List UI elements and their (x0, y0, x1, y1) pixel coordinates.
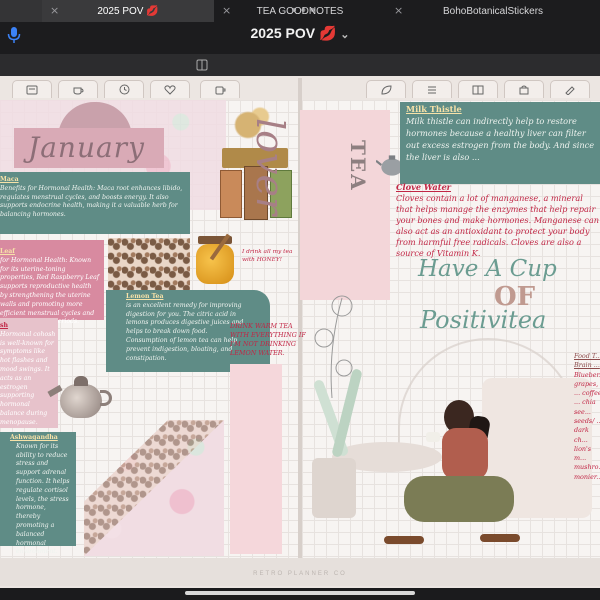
title-text: 2025 POV (250, 25, 316, 41)
note-raspberry-leaf[interactable]: Leaf for Hormonal Health: Known for its … (0, 240, 104, 325)
bag-icon[interactable] (504, 80, 544, 98)
book-icon[interactable] (458, 80, 498, 98)
tab-label: 2025 POV 💋 (97, 5, 159, 17)
pencil-icon[interactable] (550, 80, 590, 98)
note-ashwagandha[interactable]: Ashwagandha Known for its ability to red… (0, 432, 76, 555)
note-heading: Milk Thistle (406, 104, 462, 114)
tab-2025-pov[interactable]: 2025 POV 💋 (42, 0, 214, 22)
note-body: Benefits for Hormonal Health: Maca root … (0, 184, 183, 219)
tab-left-edge[interactable] (0, 0, 42, 22)
have-a-cup-text[interactable]: Have A Cup (418, 256, 557, 282)
note-heading: sh (0, 322, 8, 329)
close-icon[interactable]: × (222, 4, 231, 17)
split-view-icon[interactable] (196, 59, 208, 71)
note-body: for Hormonal Health: Known for its uteri… (0, 256, 100, 326)
note-body: Milk thistle can indirectly help to rest… (406, 115, 595, 162)
tea-lover-banner[interactable] (300, 110, 390, 300)
leopard-print-sticker[interactable] (108, 238, 190, 290)
list-icon[interactable] (412, 80, 452, 98)
note-body: Known for its ability to reduce stress a… (16, 442, 70, 556)
note-food-brain[interactable]: Food T... Brain ... Blueber... grapes, .… (574, 352, 600, 482)
tab-bar (0, 54, 600, 76)
cup-icon[interactable] (200, 80, 240, 98)
note-heading: Ashwagandha (10, 434, 58, 441)
positivitea-text[interactable]: Positivitea (420, 306, 546, 334)
footer-brand: RETRO PLANNER CO (253, 571, 347, 577)
clock-icon[interactable] (104, 80, 144, 98)
close-icon[interactable]: × (50, 4, 59, 17)
note-body: is an excellent remedy for improving dig… (126, 301, 244, 362)
chevron-down-icon[interactable]: ⌄ (340, 29, 349, 41)
note-heading: Leaf (0, 248, 15, 255)
tab-boho-botanical-stickers[interactable]: BohoBotanicalStickers (386, 0, 600, 22)
tab-label: TEA GOODNOTES (256, 5, 344, 17)
tea-icon[interactable] (58, 80, 98, 98)
note-body: Cloves contain a lot of manganese, a min… (396, 193, 599, 259)
honey-jar-sticker[interactable] (192, 232, 240, 288)
pink-sticky-strip[interactable] (230, 364, 282, 554)
note-heading: Clove Water (396, 182, 451, 192)
home-indicator[interactable] (185, 591, 415, 595)
heart-icon[interactable] (150, 80, 190, 98)
woman-drinking-tea-sticker[interactable] (384, 396, 524, 552)
tea-lover-script: lover (248, 118, 292, 216)
tab-label: BohoBotanicalStickers (442, 5, 544, 17)
note-heading: Lemon Tea (126, 293, 164, 300)
tea-lover-word: TEA (346, 140, 370, 192)
teapot-sticker[interactable] (47, 368, 114, 424)
document-title[interactable]: 2025 POV 💋 ⌄ (0, 25, 600, 42)
note-maca[interactable]: Maca Benefits for Hormonal Health: Maca … (0, 172, 190, 234)
leaf-icon[interactable] (366, 80, 406, 98)
note-body: Blueber... grapes, ... coffee, ... chia … (574, 370, 600, 481)
honey-note[interactable]: I drink all my tea with HONEY! (242, 248, 294, 264)
lips-icon: 💋 (318, 25, 337, 41)
note-clove-water[interactable]: Clove Water Cloves contain a lot of mang… (396, 182, 600, 258)
tab-tea-goodnotes[interactable]: TEA GOODNOTES (214, 0, 386, 22)
close-icon[interactable]: × (394, 4, 403, 17)
note-heading: Maca (0, 176, 19, 183)
note-heading: Food T... Brain ... (574, 352, 600, 370)
month-title[interactable]: January (14, 128, 164, 168)
notebook-icon[interactable] (12, 80, 52, 98)
drink-warm-tea-note[interactable]: DRINK WARM TEA WITH EVERYTHING IF I'M NO… (230, 322, 306, 358)
note-milk-thistle[interactable]: Milk Thistle Milk thistle can indirectly… (400, 102, 600, 184)
